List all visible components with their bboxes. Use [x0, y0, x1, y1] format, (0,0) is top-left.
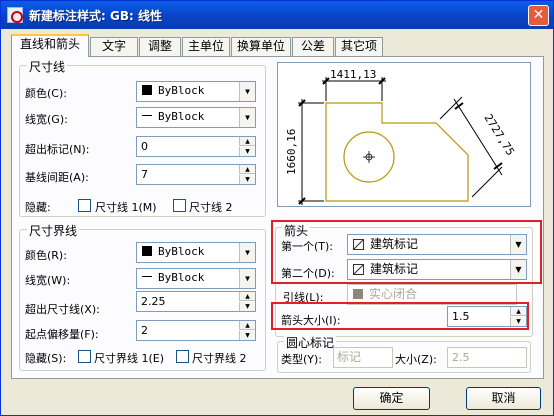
spin-down-icon[interactable]: ▼ — [239, 147, 255, 156]
chevron-down-icon[interactable]: ▼ — [239, 269, 255, 288]
dim-linewidth-select[interactable]: ByBlock ▼ — [136, 107, 256, 128]
dim-hide-label: 隐藏: — [25, 201, 51, 214]
center-type-label: 类型(Y): — [281, 353, 323, 366]
app-icon — [7, 7, 23, 23]
dim-color-select[interactable]: ByBlock ▼ — [136, 81, 256, 102]
dim-line-title: 尺寸线 — [27, 58, 68, 75]
dim-linewidth-label: 线宽(G): — [25, 113, 68, 126]
tab-other[interactable]: 其它项 — [335, 37, 383, 56]
center-type-select[interactable]: 标记 — [333, 347, 393, 368]
ext-color-select[interactable]: ByBlock ▼ — [136, 242, 256, 263]
ext-color-label: 颜色(R): — [25, 249, 67, 262]
color-swatch-icon — [142, 85, 152, 95]
hide-dim-line1-label: 尺寸线 1(M) — [95, 201, 157, 214]
line-weight-icon — [142, 115, 152, 116]
tab-tolerances[interactable]: 公差 — [292, 37, 334, 56]
hide-dim-line1-checkbox[interactable] — [78, 199, 91, 212]
window-title: 新建标注样式: GB: 线性 — [29, 9, 162, 23]
cancel-button[interactable]: 取消 — [466, 387, 541, 410]
tab-alternate-units[interactable]: 换算单位 — [231, 37, 291, 56]
spin-down-icon[interactable]: ▼ — [239, 302, 255, 311]
preview-drawing: 1411,13 1660,16 2727,75 — [285, 68, 518, 208]
spin-down-icon[interactable]: ▼ — [239, 175, 255, 184]
hide-ext-line1-checkbox[interactable] — [78, 350, 91, 363]
ext-linewidth-select[interactable]: ByBlock ▼ — [136, 268, 256, 289]
ext-hide-label: 隐藏(S): — [25, 352, 67, 365]
tab-fit[interactable]: 调整 — [139, 37, 181, 56]
arrow-size-highlight — [271, 302, 529, 330]
preview-shape — [325, 102, 469, 202]
hide-ext-line1-label: 尺寸界线 1(E) — [94, 352, 165, 365]
dim-extend-label: 超出标记(N): — [25, 143, 90, 156]
center-mark-title: 圆心标记 — [284, 334, 337, 351]
spin-up-icon[interactable]: ▲ — [239, 165, 255, 174]
color-swatch-icon — [142, 246, 152, 256]
tab-text[interactable]: 文字 — [90, 37, 138, 56]
center-size-label: 大小(Z): — [395, 353, 437, 366]
hide-dim-line2-label: 尺寸线 2 — [189, 201, 233, 214]
hide-ext-line2-label: 尺寸界线 2 — [192, 352, 247, 365]
spin-down-icon[interactable]: ▼ — [239, 331, 255, 340]
hide-ext-line2-checkbox[interactable] — [176, 350, 189, 363]
ext-extend-label: 超出尺寸线(X): — [25, 303, 100, 316]
line-weight-icon — [142, 276, 152, 277]
dim-spacing-input[interactable]: 7 ▲ ▼ — [136, 164, 256, 185]
spin-up-icon[interactable]: ▲ — [239, 137, 255, 146]
spin-up-icon[interactable]: ▲ — [239, 292, 255, 301]
ok-button[interactable]: 确定 — [353, 387, 430, 410]
dim-spacing-label: 基线间距(A): — [25, 171, 89, 184]
left-dim-text: 1660,16 — [285, 129, 298, 175]
arrowheads-highlight — [271, 220, 542, 284]
tab-primary-units[interactable]: 主单位 — [182, 37, 230, 56]
center-size-input[interactable]: 2.5 — [447, 347, 527, 368]
ext-line-title: 尺寸界线 — [27, 222, 80, 239]
chevron-down-icon[interactable]: ▼ — [239, 243, 255, 262]
ext-linewidth-label: 线宽(W): — [25, 274, 71, 287]
close-button[interactable]: ✕ — [528, 5, 549, 26]
preview-pane: 1411,13 1660,16 2727,75 — [277, 62, 531, 208]
spin-up-icon[interactable]: ▲ — [239, 321, 255, 330]
closed-filled-arrow-icon — [353, 289, 363, 299]
top-dim-text: 1411,13 — [330, 68, 376, 81]
hide-dim-line2-checkbox[interactable] — [173, 199, 186, 212]
tab-lines-arrows[interactable]: 直线和箭头 — [11, 34, 89, 57]
dim-color-label: 颜色(C): — [25, 87, 67, 100]
ext-offset-input[interactable]: 2 ▲ ▼ — [136, 320, 256, 341]
chevron-down-icon[interactable]: ▼ — [239, 82, 255, 101]
dim-extend-input[interactable]: 0 ▲ ▼ — [136, 136, 256, 157]
title-bar[interactable]: 新建标注样式: GB: 线性 ✕ — [1, 1, 553, 29]
ext-offset-label: 起点偏移量(F): — [25, 328, 99, 341]
ext-extend-input[interactable]: 2.25 ▲ ▼ — [136, 291, 256, 312]
dimension-style-dialog: 新建标注样式: GB: 线性 ✕ 直线和箭头 文字 调整 主单位 换算单位 公差… — [0, 0, 554, 416]
chevron-down-icon[interactable]: ▼ — [239, 108, 255, 127]
